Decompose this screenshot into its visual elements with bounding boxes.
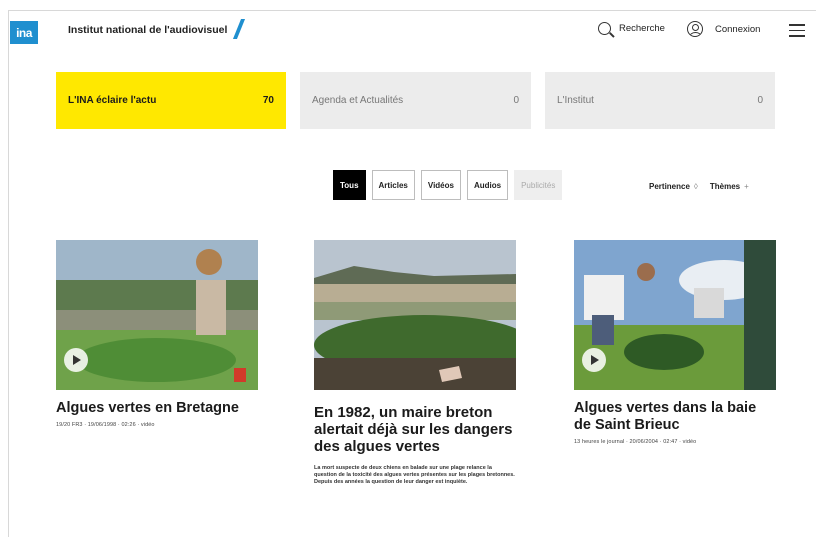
thumbnail-image: [56, 240, 258, 390]
play-icon[interactable]: [64, 348, 88, 372]
filter-audios[interactable]: Audios: [466, 170, 509, 200]
sort-label: Pertinence: [649, 182, 690, 191]
tab-label: Agenda et Actualités: [312, 95, 404, 106]
sort-pertinence[interactable]: Pertinence ◊: [649, 182, 698, 191]
play-icon[interactable]: [582, 348, 606, 372]
card-title[interactable]: Algues vertes en Bretagne: [56, 400, 258, 417]
content-type-filters: Tous Articles Vidéos Audios Publicités: [333, 170, 563, 200]
tab-ina-eclaire-actu[interactable]: L'INA éclaire l'actu 70: [56, 72, 286, 129]
tab-count: 0: [513, 95, 519, 106]
login-label: Connexion: [715, 23, 761, 35]
tab-institut[interactable]: L'Institut 0: [545, 72, 775, 129]
sort-toggle-icon: ◊: [693, 182, 698, 191]
menu-icon[interactable]: [789, 24, 805, 41]
themes-button[interactable]: Thèmes +: [710, 182, 749, 191]
card-meta: 19/20 FR3 · 19/06/1998 · 02:26 · vidéo: [56, 422, 155, 428]
thumbnail-image: [314, 240, 516, 390]
card-title[interactable]: Algues vertes dans la baie de Saint Brie…: [574, 400, 776, 434]
card-title[interactable]: En 1982, un maire breton alertait déjà s…: [314, 404, 516, 455]
site-name[interactable]: Institut national de l'audiovisuel: [68, 24, 227, 36]
search-icon: [598, 22, 611, 35]
result-card[interactable]: Algues vertes en Bretagne 19/20 FR3 · 19…: [56, 240, 258, 428]
tab-label: L'INA éclaire l'actu: [68, 95, 157, 106]
filter-tous[interactable]: Tous: [333, 170, 366, 200]
card-thumbnail[interactable]: [314, 240, 516, 390]
sort-bar: Pertinence ◊ Thèmes +: [649, 182, 749, 191]
themes-label: Thèmes: [709, 182, 741, 191]
result-card[interactable]: Algues vertes dans la baie de Saint Brie…: [574, 240, 776, 445]
result-card[interactable]: En 1982, un maire breton alertait déjà s…: [314, 240, 516, 486]
card-thumbnail[interactable]: [56, 240, 258, 390]
search-button[interactable]: Recherche: [598, 22, 665, 35]
thumbnail-image: [574, 240, 776, 390]
card-thumbnail[interactable]: [574, 240, 776, 390]
tab-count: 0: [757, 95, 763, 106]
user-icon: [687, 21, 703, 37]
ina-logo[interactable]: ina: [10, 21, 38, 44]
filter-videos[interactable]: Vidéos: [420, 170, 461, 200]
filter-publicites: Publicités: [514, 170, 563, 200]
logo-text: ina: [16, 25, 32, 40]
filter-articles[interactable]: Articles: [371, 170, 415, 200]
tab-agenda-actualites[interactable]: Agenda et Actualités 0: [300, 72, 531, 129]
card-meta: 13 heures le journal · 20/06/2004 · 02:4…: [574, 439, 697, 445]
tab-count: 70: [262, 95, 274, 106]
login-button[interactable]: Connexion: [687, 21, 760, 37]
card-description: La mort suspecte de deux chiens en balad…: [314, 465, 515, 485]
tab-label: L'Institut: [557, 95, 594, 106]
plus-icon: +: [744, 182, 749, 191]
search-label: Recherche: [619, 23, 665, 34]
